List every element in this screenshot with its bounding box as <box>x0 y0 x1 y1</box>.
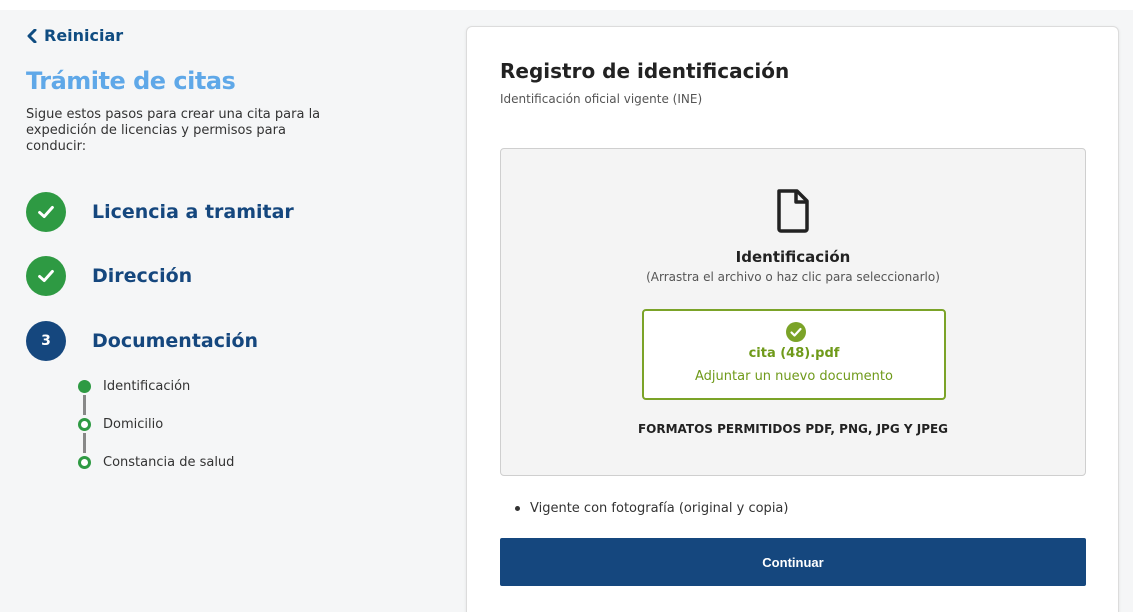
substep-label: Constancia de salud <box>103 454 235 470</box>
sidebar-title: Trámite de citas <box>26 67 236 95</box>
page-title: Registro de identificación <box>500 59 790 83</box>
dropzone-title: Identificación <box>735 248 851 266</box>
step-done-badge <box>26 192 66 232</box>
check-icon <box>38 269 54 283</box>
file-icon <box>777 189 809 233</box>
substep-connector <box>83 433 86 453</box>
substep-connector <box>83 395 86 415</box>
requirement-text: Vigente con fotografía (original y copia… <box>530 501 789 516</box>
dropzone-hint: (Arrastra el archivo o haz clic para sel… <box>646 270 940 284</box>
step-done-badge <box>26 256 66 296</box>
substep-domicilio[interactable]: Domicilio <box>78 415 234 433</box>
substep-dot-icon <box>78 379 91 393</box>
file-dropzone[interactable]: Identificación (Arrastra el archivo o ha… <box>500 148 1086 476</box>
continue-button[interactable]: Continuar <box>500 538 1086 586</box>
attach-new-document-link[interactable]: Adjuntar un nuevo documento <box>644 369 944 384</box>
uploaded-file-box[interactable]: cita (48).pdf Adjuntar un nuevo document… <box>642 309 946 400</box>
restart-label: Reiniciar <box>44 26 124 45</box>
step-label: Dirección <box>92 265 193 287</box>
step-licencia[interactable]: Licencia a tramitar <box>26 192 294 232</box>
step-number-badge: 3 <box>26 321 66 361</box>
page-subtitle: Identificación oficial vigente (INE) <box>500 92 703 106</box>
substep-label: Domicilio <box>103 416 164 432</box>
step-documentacion[interactable]: 3 Documentación <box>26 321 258 361</box>
substep-label: Identificación <box>103 378 191 394</box>
chevron-left-icon <box>27 28 37 43</box>
sidebar: Reiniciar Trámite de citas Sigue estos p… <box>26 26 446 155</box>
identification-card: Registro de identificación Identificació… <box>466 26 1119 612</box>
sidebar-description: Sigue estos pasos para crear una cita pa… <box>26 107 321 154</box>
substep-identificacion[interactable]: Identificación <box>78 377 234 395</box>
step-label: Documentación <box>92 330 259 352</box>
check-icon <box>38 205 54 219</box>
restart-link[interactable]: Reiniciar <box>26 26 446 45</box>
step-label: Licencia a tramitar <box>92 201 294 223</box>
check-circle-icon <box>786 322 806 342</box>
bullet-icon <box>515 506 520 511</box>
allowed-formats: FORMATOS PERMITIDOS PDF, PNG, JPG Y JPEG <box>637 422 949 436</box>
substep-list: Identificación Domicilio Constancia de s… <box>78 377 234 471</box>
requirement-item: Vigente con fotografía (original y copia… <box>515 501 788 516</box>
substep-constancia[interactable]: Constancia de salud <box>78 453 234 471</box>
step-direccion[interactable]: Dirección <box>26 256 192 296</box>
uploaded-file-name: cita (48).pdf <box>748 346 840 361</box>
top-bar <box>0 0 1133 10</box>
substep-ring-icon <box>78 455 91 469</box>
substep-ring-icon <box>78 417 91 431</box>
